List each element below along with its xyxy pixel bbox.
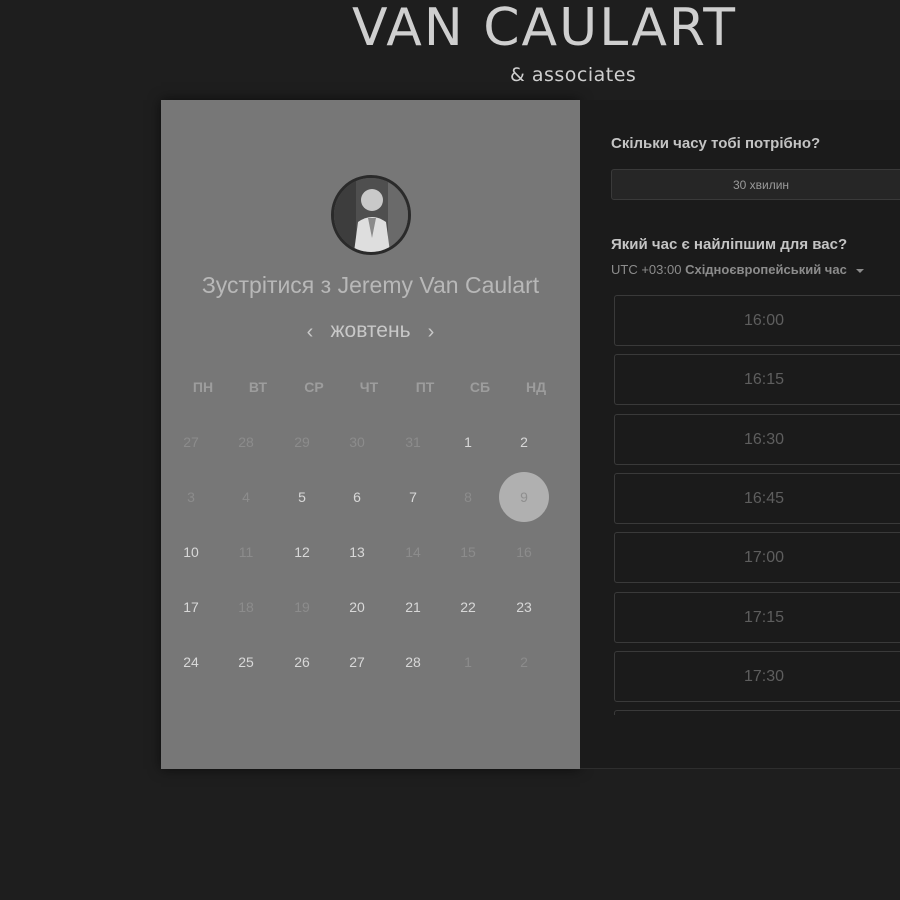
- page: VAN CAULART & associates Зустрітися з Je…: [0, 0, 900, 900]
- calendar-day: 30: [349, 434, 365, 450]
- calendar-day[interactable]: 17: [171, 587, 211, 627]
- chevron-right-icon[interactable]: ›: [421, 319, 441, 349]
- timezone-name: Східноєвропейський час: [685, 262, 847, 277]
- time-slot-list: 16:00 16:15 16:30 16:45 17:00 17:15 17:30: [614, 295, 900, 715]
- time-slot-button[interactable]: 17:30: [614, 650, 900, 702]
- calendar-day: 28: [238, 434, 254, 450]
- weekday-label: СБ: [469, 379, 491, 395]
- calendar-day[interactable]: 13: [337, 532, 377, 572]
- calendar-day: 4: [242, 489, 250, 505]
- calendar-day: 11: [238, 544, 254, 560]
- calendar-day: 19: [294, 599, 310, 615]
- timezone-offset: UTC +03:00: [611, 262, 682, 277]
- calendar-day[interactable]: 25: [226, 642, 266, 682]
- person-photo-icon: [334, 178, 408, 252]
- calendar-day[interactable]: 24: [171, 642, 211, 682]
- calendar-day[interactable]: 26: [282, 642, 322, 682]
- calendar-day: 16: [516, 544, 532, 560]
- calendar-day: 2: [520, 654, 528, 670]
- calendar-day[interactable]: 7: [393, 477, 433, 517]
- calendar-day: 14: [405, 544, 421, 560]
- calendar-day[interactable]: 27: [337, 642, 377, 682]
- calendar-day[interactable]: 2: [504, 422, 544, 462]
- calendar-day: 1: [464, 654, 472, 670]
- avatar: [331, 175, 411, 255]
- time-question: Який час є найліпшим для вас?: [611, 236, 848, 253]
- calendar-day: 3: [187, 489, 195, 505]
- month-label: жовтень: [330, 319, 411, 342]
- calendar-day[interactable]: 28: [393, 642, 433, 682]
- duration-question: Скільки часу тобі потрібно?: [611, 135, 821, 152]
- time-slot-button[interactable]: 17:15: [614, 591, 900, 643]
- month-navigation: ‹ жовтень ›: [161, 319, 580, 349]
- time-slot-button[interactable]: 16:00: [614, 295, 900, 346]
- calendar-day: 31: [405, 434, 421, 450]
- calendar-day: 27: [183, 434, 199, 450]
- weekday-label: ПН: [192, 379, 214, 395]
- weekday-label: ПТ: [415, 379, 435, 395]
- calendar-grid: 27 28 29 30 31 1 2 3 4 5 6 7 8 9 10 11 12 13 14 15 16 17 18 19 2…: [161, 420, 580, 720]
- calendar-day[interactable]: 20: [337, 587, 377, 627]
- calendar-day[interactable]: 10: [171, 532, 211, 572]
- weekday-label: ВТ: [248, 379, 268, 395]
- calendar-day-selected[interactable]: 9: [499, 472, 549, 522]
- calendar-day[interactable]: 21: [393, 587, 433, 627]
- calendar-day[interactable]: 1: [448, 422, 488, 462]
- weekday-label: СР: [304, 379, 324, 395]
- weekday-label: НД: [525, 379, 547, 395]
- time-slot-button[interactable]: 16:15: [614, 354, 900, 406]
- timezone-select[interactable]: UTC +03:00 Східноєвропейський час: [611, 262, 865, 277]
- calendar-day[interactable]: 22: [448, 587, 488, 627]
- weekday-label: ЧТ: [359, 379, 379, 395]
- caret-down-icon: [856, 268, 865, 273]
- calendar-day: 8: [464, 489, 472, 505]
- divider: [580, 768, 900, 769]
- duration-select[interactable]: 30 хвилин: [611, 169, 900, 200]
- time-slot-button[interactable]: 16:30: [614, 413, 900, 465]
- calendar-day: 29: [294, 434, 310, 450]
- time-slot-button[interactable]: [614, 710, 900, 715]
- brand-logo-title: VAN CAULART: [352, 0, 738, 58]
- brand-header: VAN CAULART & associates: [0, 0, 900, 100]
- calendar-panel: Зустрітися з Jeremy Van Caulart ‹ жовтен…: [161, 100, 580, 769]
- calendar-day: 15: [460, 544, 476, 560]
- meet-title: Зустрітися з Jeremy Van Caulart: [201, 272, 540, 298]
- time-slot-button[interactable]: 16:45: [614, 472, 900, 524]
- calendar-day[interactable]: 23: [504, 587, 544, 627]
- time-slot-button[interactable]: 17:00: [614, 532, 900, 584]
- calendar-day: 18: [238, 599, 254, 615]
- schedule-panel: Скільки часу тобі потрібно? 30 хвилин Як…: [580, 100, 900, 769]
- calendar-day[interactable]: 5: [282, 477, 322, 517]
- brand-logo-subtitle: & associates: [510, 64, 637, 86]
- weekday-header: ПН ВТ СР ЧТ ПТ СБ НД: [163, 379, 577, 399]
- calendar-day[interactable]: 6: [337, 477, 377, 517]
- calendar-day[interactable]: 12: [282, 532, 322, 572]
